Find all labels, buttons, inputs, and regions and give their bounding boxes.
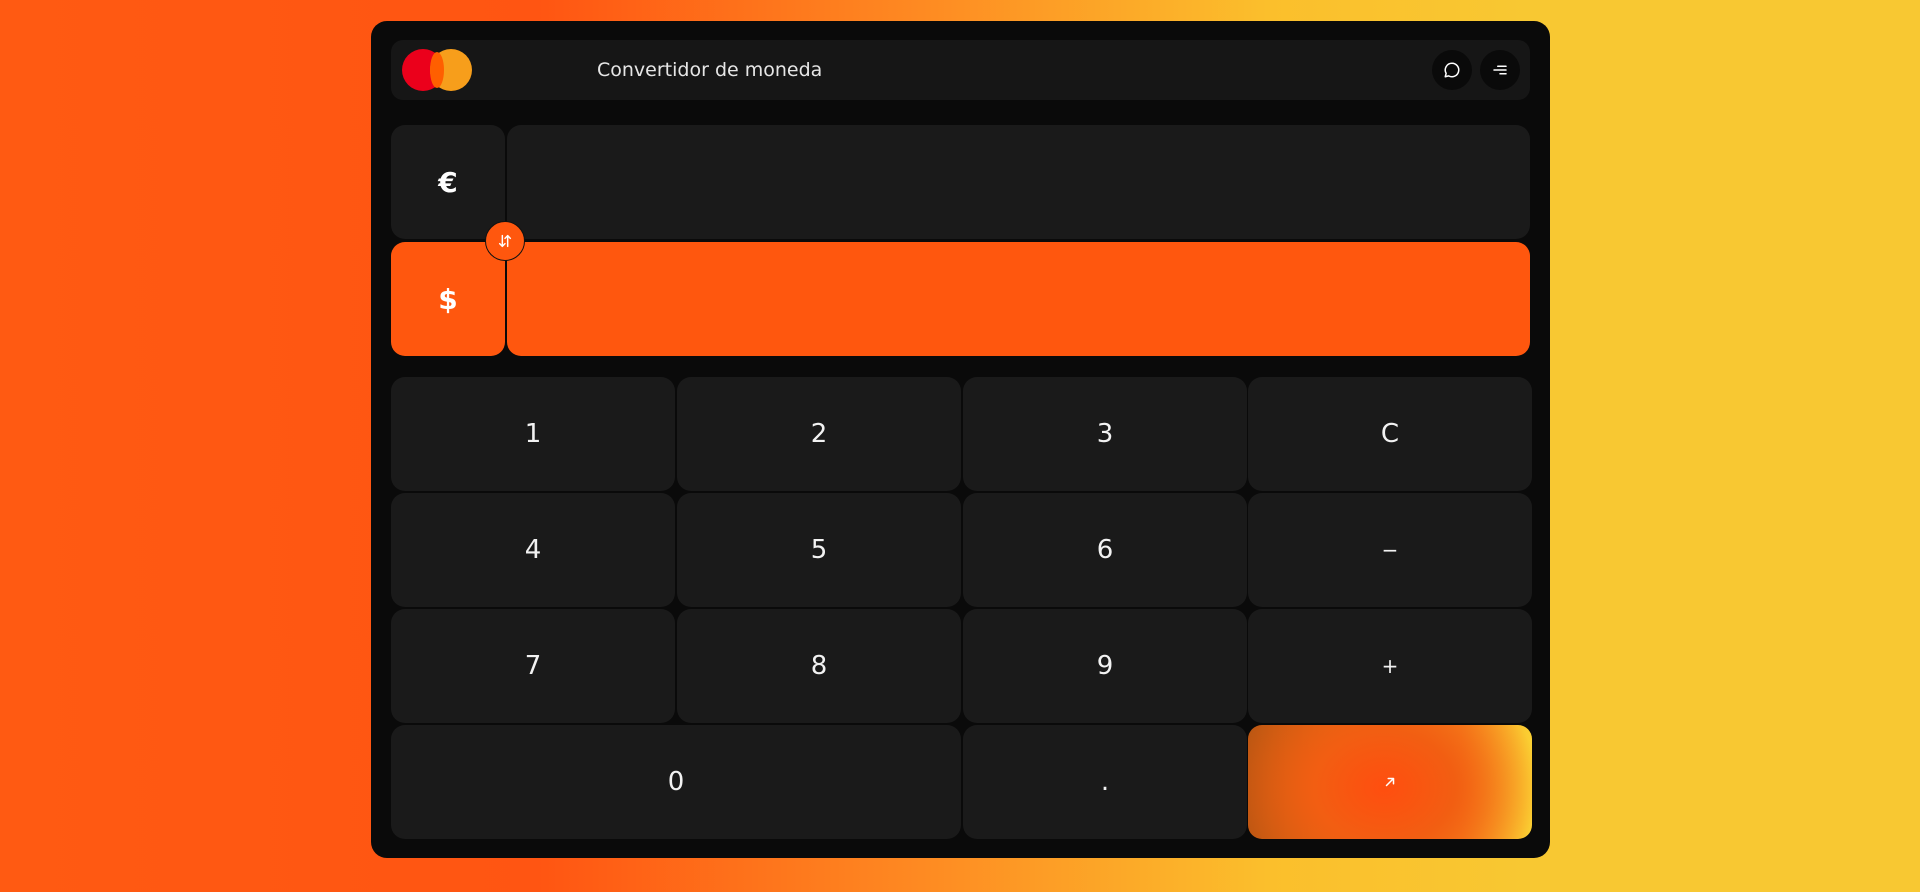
clear-button[interactable]: C (1248, 377, 1532, 491)
plus-button[interactable]: + (1248, 609, 1532, 723)
chat-bubble-icon (1444, 62, 1460, 78)
mastercard-logo-icon (402, 49, 472, 91)
from-amount-display[interactable] (507, 125, 1530, 239)
to-amount-display[interactable] (507, 242, 1530, 356)
menu-lines-icon (1493, 65, 1507, 75)
arrow-up-right-icon (1385, 777, 1395, 787)
euro-symbol: € (438, 165, 458, 199)
convert-button[interactable] (1248, 725, 1532, 839)
divider (505, 261, 507, 356)
key-2[interactable]: 2 (677, 377, 961, 491)
swap-currencies-button[interactable] (485, 221, 525, 261)
key-5[interactable]: 5 (677, 493, 961, 607)
key-4[interactable]: 4 (391, 493, 675, 607)
converter-app: Convertidor de moneda € $ 1 2 3 C 4 5 6 … (371, 21, 1550, 858)
key-8[interactable]: 8 (677, 609, 961, 723)
page-title: Convertidor de moneda (597, 59, 823, 81)
key-7[interactable]: 7 (391, 609, 675, 723)
dollar-symbol: $ (438, 282, 458, 316)
to-currency-selector[interactable]: $ (391, 242, 505, 356)
key-1[interactable]: 1 (391, 377, 675, 491)
decimal-button[interactable]: . (963, 725, 1247, 839)
key-0[interactable]: 0 (391, 725, 961, 839)
swap-arrows-icon (498, 234, 512, 248)
chat-button[interactable] (1432, 50, 1472, 90)
minus-button[interactable]: − (1248, 493, 1532, 607)
from-currency-selector[interactable]: € (391, 125, 505, 239)
key-9[interactable]: 9 (963, 609, 1247, 723)
menu-button[interactable] (1480, 50, 1520, 90)
key-3[interactable]: 3 (963, 377, 1247, 491)
top-bar: Convertidor de moneda (391, 40, 1530, 100)
key-6[interactable]: 6 (963, 493, 1247, 607)
